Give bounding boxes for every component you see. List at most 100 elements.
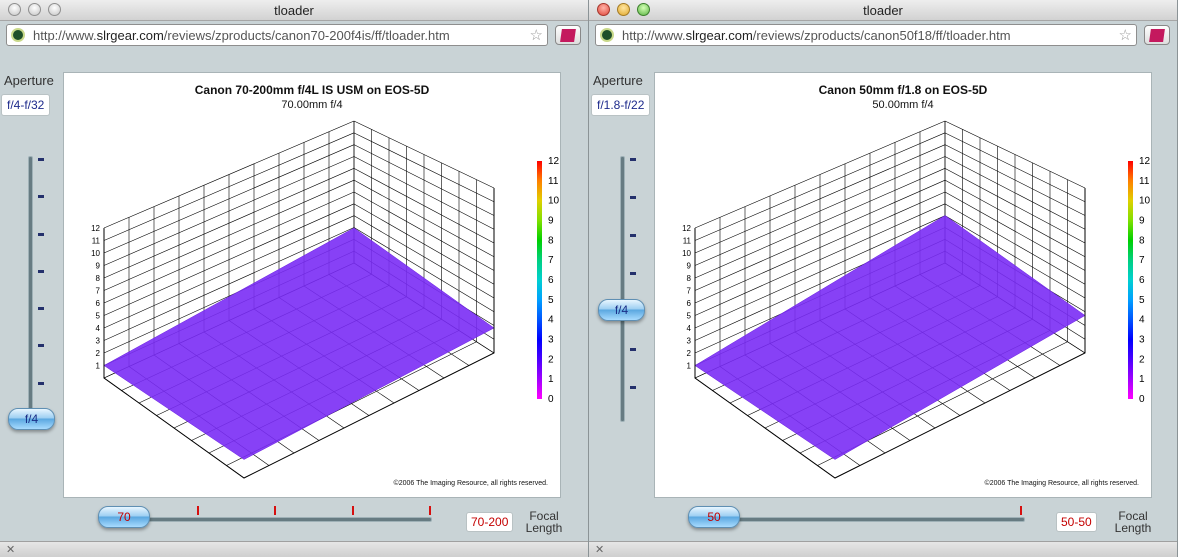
bookmark-star-icon[interactable]: ☆ [1119, 26, 1132, 44]
focal-value: 50 [707, 510, 721, 524]
aperture-tick [630, 234, 636, 237]
extension-icon[interactable] [1144, 25, 1170, 45]
z-tick-label: 11 [683, 237, 692, 246]
focal-slider-track[interactable] [695, 517, 1025, 522]
aperture-tick [630, 386, 636, 389]
colorbar-tick-label: 11 [1139, 176, 1150, 187]
focal-slider-thumb[interactable]: 70 [98, 506, 150, 528]
colorbar-tick-label: 5 [1139, 295, 1145, 306]
focal-tick [197, 506, 199, 515]
colorbar-tick-label: 11 [548, 176, 559, 187]
focal-range: 70-200 [466, 512, 514, 532]
blur-surface-chart: 1234567891011120123456789101112 [682, 120, 1151, 479]
z-tick-label: 12 [91, 224, 100, 233]
colorbar-tick-label: 6 [548, 275, 554, 286]
z-tick-label: 5 [96, 312, 101, 321]
window-title: tloader [863, 3, 903, 18]
extension-icon[interactable] [555, 25, 581, 45]
aperture-tick [38, 158, 44, 161]
title-bar[interactable]: tloader [589, 0, 1177, 21]
aperture-tick [38, 233, 44, 236]
aperture-tick [630, 272, 636, 275]
url-text[interactable]: http://www.slrgear.com/reviews/zproducts… [622, 28, 1011, 43]
aperture-range: f/1.8-f/22 [591, 94, 651, 116]
address-bar[interactable]: http://www.slrgear.com/reviews/zproducts… [595, 24, 1137, 46]
z-tick-label: 8 [687, 274, 692, 283]
copyright-text: ©2006 The Imaging Resource, all rights r… [393, 480, 548, 487]
colorbar-tick-label: 1 [548, 374, 554, 385]
z-tick-label: 7 [687, 287, 692, 296]
colorbar [1128, 161, 1133, 399]
colorbar-tick-label: 8 [548, 235, 554, 246]
close-icon[interactable]: ✕ [595, 543, 604, 556]
aperture-slider-track[interactable] [28, 156, 33, 418]
z-tick-label: 9 [687, 262, 692, 271]
focal-length-label: Focal Length [1114, 509, 1152, 535]
focal-range: 50-50 [1056, 512, 1097, 532]
focal-slider-track[interactable] [106, 517, 432, 522]
colorbar-tick-label: 3 [548, 335, 554, 346]
focal-slider-thumb[interactable]: 50 [688, 506, 740, 528]
address-bar[interactable]: http://www.slrgear.com/reviews/zproducts… [6, 24, 548, 46]
colorbar-tick-label: 0 [1139, 394, 1145, 405]
blur-chart-panel: Canon 50mm f/1.8 on EOS-5D 50.00mm f/4 1… [654, 72, 1152, 498]
blur-chart-panel: Canon 70-200mm f/4L IS USM on EOS-5D 70.… [63, 72, 561, 498]
aperture-tick [38, 195, 44, 198]
colorbar-tick-label: 8 [1139, 235, 1145, 246]
focal-tick [1020, 506, 1022, 515]
colorbar-tick-label: 0 [548, 394, 554, 405]
focal-tick [429, 506, 431, 515]
site-icon [11, 28, 25, 42]
colorbar [537, 161, 542, 399]
aperture-slider-thumb[interactable]: f/4 [8, 408, 55, 430]
desktop: tloader http://www.slrgear.com/reviews/z… [0, 0, 1178, 557]
site-icon [600, 28, 614, 42]
z-tick-label: 6 [687, 299, 692, 308]
aperture-label: Aperture [4, 73, 54, 88]
aperture-tick [38, 344, 44, 347]
z-tick-label: 2 [687, 349, 692, 358]
colorbar-tick-label: 2 [1139, 354, 1145, 365]
z-tick-label: 4 [687, 324, 692, 333]
colorbar-tick-label: 12 [1139, 156, 1151, 167]
z-tick-label: 3 [687, 337, 692, 346]
aperture-range: f/4-f/32 [1, 94, 51, 116]
aperture-slider-thumb[interactable]: f/4 [598, 299, 645, 321]
aperture-tick [38, 307, 44, 310]
focal-value: 70 [117, 510, 131, 524]
bookmark-star-icon[interactable]: ☆ [530, 26, 543, 44]
z-tick-label: 10 [682, 249, 691, 258]
colorbar-tick-label: 1 [1139, 374, 1145, 385]
close-icon[interactable]: ✕ [6, 543, 15, 556]
aperture-tick [38, 270, 44, 273]
aperture-slider-track[interactable] [620, 156, 625, 422]
status-bar: ✕ [0, 541, 588, 557]
z-tick-label: 4 [96, 324, 101, 333]
z-tick-label: 9 [96, 262, 101, 271]
colorbar-tick-label: 6 [1139, 275, 1145, 286]
z-tick-label: 1 [687, 362, 692, 371]
colorbar-tick-label: 5 [548, 295, 554, 306]
z-tick-label: 10 [91, 249, 100, 258]
aperture-tick [630, 158, 636, 161]
browser-window-left: tloader http://www.slrgear.com/reviews/z… [0, 0, 589, 557]
colorbar-tick-label: 7 [1139, 255, 1145, 266]
url-text[interactable]: http://www.slrgear.com/reviews/zproducts… [33, 28, 450, 43]
colorbar-tick-label: 4 [1139, 315, 1145, 326]
copyright-text: ©2006 The Imaging Resource, all rights r… [984, 480, 1139, 487]
aperture-tick [38, 382, 44, 385]
aperture-tick [630, 196, 636, 199]
aperture-tick [630, 348, 636, 351]
blur-surface-chart: 1234567891011120123456789101112 [91, 120, 560, 479]
z-tick-label: 6 [96, 299, 101, 308]
focal-length-label: Focal Length [525, 509, 563, 535]
z-tick-label: 3 [96, 337, 101, 346]
focal-tick [274, 506, 276, 515]
colorbar-tick-label: 4 [548, 315, 554, 326]
z-tick-label: 11 [92, 237, 101, 246]
title-bar[interactable]: tloader [0, 0, 588, 21]
z-tick-label: 5 [687, 312, 692, 321]
colorbar-tick-label: 3 [1139, 335, 1145, 346]
browser-window-right: tloader http://www.slrgear.com/reviews/z… [589, 0, 1178, 557]
aperture-label: Aperture [593, 73, 643, 88]
